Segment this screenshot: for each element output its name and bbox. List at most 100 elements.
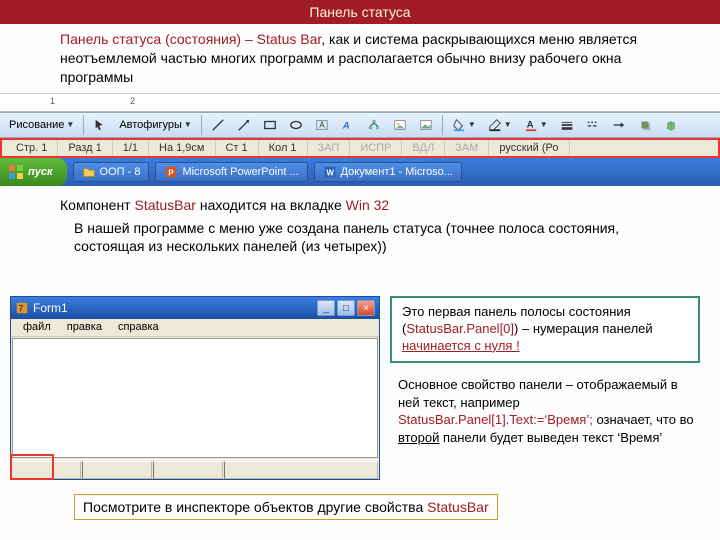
minimize-button[interactable]: _ bbox=[317, 300, 335, 316]
status-ovr: ЗАМ bbox=[445, 140, 489, 156]
shadow-button[interactable] bbox=[633, 115, 657, 135]
taskbar-item-label: Microsoft PowerPoint ... bbox=[182, 166, 298, 178]
taskbar-item[interactable]: P Microsoft PowerPoint ... bbox=[155, 162, 307, 182]
diagram-button[interactable] bbox=[362, 115, 386, 135]
textbox-icon: A bbox=[315, 118, 329, 132]
status-panel-3 bbox=[224, 461, 378, 479]
font-color-button[interactable]: A▼ bbox=[519, 115, 553, 135]
pointer-icon bbox=[93, 118, 107, 132]
menu-file[interactable]: файл bbox=[15, 319, 59, 336]
word-screenshot: 1 2 Рисование ▼ Автофигуры ▼ A A ▼ ▼ A▼ bbox=[0, 93, 720, 186]
toolbar-separator bbox=[442, 115, 443, 135]
mid-paragraph-1: Компонент StatusBar находится на вкладке… bbox=[0, 186, 720, 217]
picture-button[interactable] bbox=[414, 115, 438, 135]
chevron-down-icon: ▼ bbox=[504, 120, 512, 129]
close-button[interactable]: × bbox=[357, 300, 375, 316]
select-objects-button[interactable] bbox=[88, 115, 112, 135]
form-titlebar: 7 Form1 _ □ × bbox=[11, 297, 379, 319]
brush-icon bbox=[488, 118, 502, 132]
arrow-style-button[interactable] bbox=[607, 115, 631, 135]
ruler: 1 2 bbox=[0, 94, 720, 112]
wordart-button[interactable]: A bbox=[336, 115, 360, 135]
status-lang: русский (Ро bbox=[489, 140, 569, 156]
form-menu-bar: файл правка справка bbox=[11, 319, 379, 337]
svg-text:A: A bbox=[319, 120, 325, 129]
toolbar-separator bbox=[201, 115, 202, 135]
chevron-down-icon: ▼ bbox=[184, 120, 192, 129]
windows-logo-icon bbox=[8, 164, 24, 180]
panel-text-explanation: Основное свойство панели – отображаемый … bbox=[398, 376, 698, 446]
ruler-tick: 2 bbox=[130, 96, 135, 106]
start-label: пуск bbox=[28, 166, 53, 178]
dash-style-button[interactable] bbox=[581, 115, 605, 135]
taskbar-item-label: Документ1 - Microso... bbox=[341, 166, 453, 178]
intro-lead: Панель статуса (состояния) – Status Bar bbox=[60, 31, 321, 47]
form-status-bar bbox=[11, 459, 379, 479]
svg-text:A: A bbox=[526, 119, 533, 130]
clipart-icon bbox=[393, 118, 407, 132]
rectangle-icon bbox=[263, 118, 277, 132]
arrow-button[interactable] bbox=[232, 115, 256, 135]
slide-title-text: Панель статуса bbox=[309, 4, 410, 20]
svg-text:7: 7 bbox=[19, 304, 24, 314]
cube-icon bbox=[664, 118, 678, 132]
oval-button[interactable] bbox=[284, 115, 308, 135]
status-trk: ИСПР bbox=[350, 140, 402, 156]
form-window: 7 Form1 _ □ × файл правка справка bbox=[10, 296, 380, 480]
picture-icon bbox=[419, 118, 433, 132]
textbox-button[interactable]: A bbox=[310, 115, 334, 135]
line-button[interactable] bbox=[206, 115, 230, 135]
svg-text:A: A bbox=[342, 120, 350, 131]
status-line: Ст 1 bbox=[216, 140, 259, 156]
chevron-down-icon: ▼ bbox=[468, 120, 476, 129]
start-button[interactable]: пуск bbox=[0, 158, 67, 186]
drawing-menu-button[interactable]: Рисование ▼ bbox=[4, 116, 79, 134]
status-panel-2 bbox=[153, 461, 223, 479]
form-client-area bbox=[12, 338, 378, 458]
line-color-button[interactable]: ▼ bbox=[483, 115, 517, 135]
chevron-down-icon: ▼ bbox=[66, 120, 74, 129]
toolbar-separator bbox=[83, 115, 84, 135]
rectangle-button[interactable] bbox=[258, 115, 282, 135]
folder-icon bbox=[82, 165, 96, 179]
arrow-style-icon bbox=[612, 118, 626, 132]
diagram-icon bbox=[367, 118, 381, 132]
oval-icon bbox=[289, 118, 303, 132]
fill-color-button[interactable]: ▼ bbox=[447, 115, 481, 135]
svg-text:P: P bbox=[169, 168, 174, 177]
status-ext: ВДЛ bbox=[402, 140, 445, 156]
status-panel-0 bbox=[11, 461, 81, 479]
form-title: Form1 bbox=[33, 301, 68, 315]
dash-icon bbox=[586, 118, 600, 132]
font-color-icon: A bbox=[524, 118, 538, 132]
status-page: Стр. 1 bbox=[6, 140, 58, 156]
wordart-icon: A bbox=[341, 118, 355, 132]
line-style-icon bbox=[560, 118, 574, 132]
status-at: На 1,9см bbox=[149, 140, 215, 156]
line-icon bbox=[211, 118, 225, 132]
maximize-button[interactable]: □ bbox=[337, 300, 355, 316]
arrow-icon bbox=[237, 118, 251, 132]
autoshapes-button[interactable]: Автофигуры ▼ bbox=[114, 116, 197, 134]
autoshapes-label: Автофигуры bbox=[119, 119, 182, 131]
status-panel-1 bbox=[82, 461, 152, 479]
line-style-button[interactable] bbox=[555, 115, 579, 135]
mid-paragraph-2: В нашей программе с меню уже создана пан… bbox=[0, 217, 720, 259]
drawing-toolbar: Рисование ▼ Автофигуры ▼ A A ▼ ▼ A▼ bbox=[0, 112, 720, 138]
word-status-bar: Стр. 1 Разд 1 1/1 На 1,9см Ст 1 Кол 1 ЗА… bbox=[0, 138, 720, 158]
taskbar-item[interactable]: W Документ1 - Microso... bbox=[314, 162, 462, 182]
clipart-button[interactable] bbox=[388, 115, 412, 135]
taskbar-item[interactable]: ООП - 8 bbox=[73, 162, 150, 182]
ruler-tick: 1 bbox=[50, 96, 55, 106]
status-rec: ЗАП bbox=[308, 140, 351, 156]
bucket-icon bbox=[452, 118, 466, 132]
taskbar-item-label: ООП - 8 bbox=[100, 166, 141, 178]
drawing-label: Рисование bbox=[9, 119, 64, 131]
chevron-down-icon: ▼ bbox=[540, 120, 548, 129]
menu-edit[interactable]: правка bbox=[59, 319, 110, 336]
status-pages: 1/1 bbox=[113, 140, 149, 156]
delphi-form-screenshot: 7 Form1 _ □ × файл правка справка bbox=[10, 296, 380, 480]
menu-help[interactable]: справка bbox=[110, 319, 167, 336]
3d-button[interactable] bbox=[659, 115, 683, 135]
shadow-icon bbox=[638, 118, 652, 132]
